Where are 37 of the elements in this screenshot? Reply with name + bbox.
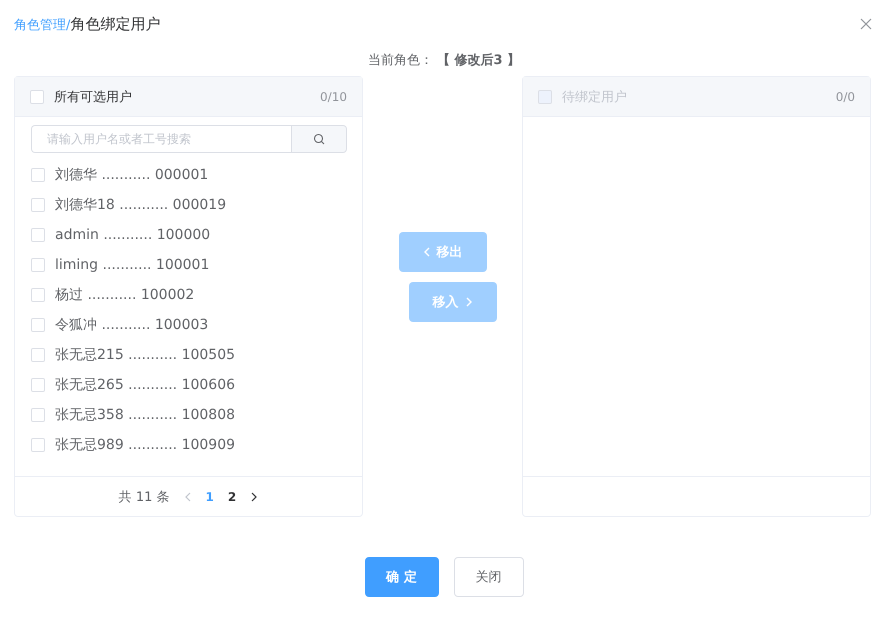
next-page-icon[interactable] (250, 492, 258, 502)
user-checkbox[interactable] (31, 168, 45, 182)
total-count: 共 11 条 (118, 488, 170, 506)
current-role-label: 当前角色： (368, 53, 433, 68)
user-item[interactable]: 张无忌265 ........... 100606 (55, 376, 236, 394)
chevron-left-icon (422, 246, 430, 256)
dialog-title: 角色绑定用户 (70, 14, 160, 32)
search-button[interactable] (291, 125, 347, 153)
user-checkbox[interactable] (31, 408, 45, 422)
user-item[interactable]: admin ........... 100000 (55, 227, 210, 243)
user-checkbox[interactable] (31, 198, 45, 212)
user-item[interactable]: 刘德华18 ........... 000019 (55, 196, 226, 214)
user-checkbox[interactable] (31, 228, 45, 242)
page-number[interactable]: 2 (228, 490, 236, 504)
user-checkbox[interactable] (31, 318, 45, 332)
user-checkbox[interactable] (31, 378, 45, 392)
user-checkbox[interactable] (31, 348, 45, 362)
user-checkbox[interactable] (31, 258, 45, 272)
user-item[interactable]: 刘德华 ........... 000001 (55, 166, 208, 184)
selection-count: 0/10 (320, 90, 347, 104)
user-item[interactable]: 杨过 ........... 100002 (55, 286, 194, 304)
selection-count: 0/0 (836, 90, 855, 104)
close-button[interactable]: 关闭 (454, 557, 524, 597)
panel-title: 所有可选用户 (54, 88, 133, 106)
user-item[interactable]: 张无忌358 ........... 100808 (55, 406, 236, 424)
user-item[interactable]: 令狐冲 ........... 100003 (55, 316, 208, 334)
current-role-value: 【 修改后3 】 (437, 53, 520, 68)
user-checkbox[interactable] (31, 288, 45, 302)
user-item[interactable]: 张无忌215 ........... 100505 (55, 346, 236, 364)
close-icon[interactable] (860, 18, 872, 30)
user-item[interactable]: liming ........... 100001 (55, 257, 210, 273)
user-checkbox[interactable] (31, 438, 45, 452)
search-field[interactable]: 请输入用户名或者工号搜索 (31, 125, 291, 153)
select-all-checkbox[interactable] (30, 90, 44, 104)
chevron-right-icon (464, 296, 472, 306)
user-item[interactable]: 张无忌989 ........... 100909 (55, 436, 236, 454)
search-icon (313, 133, 325, 145)
